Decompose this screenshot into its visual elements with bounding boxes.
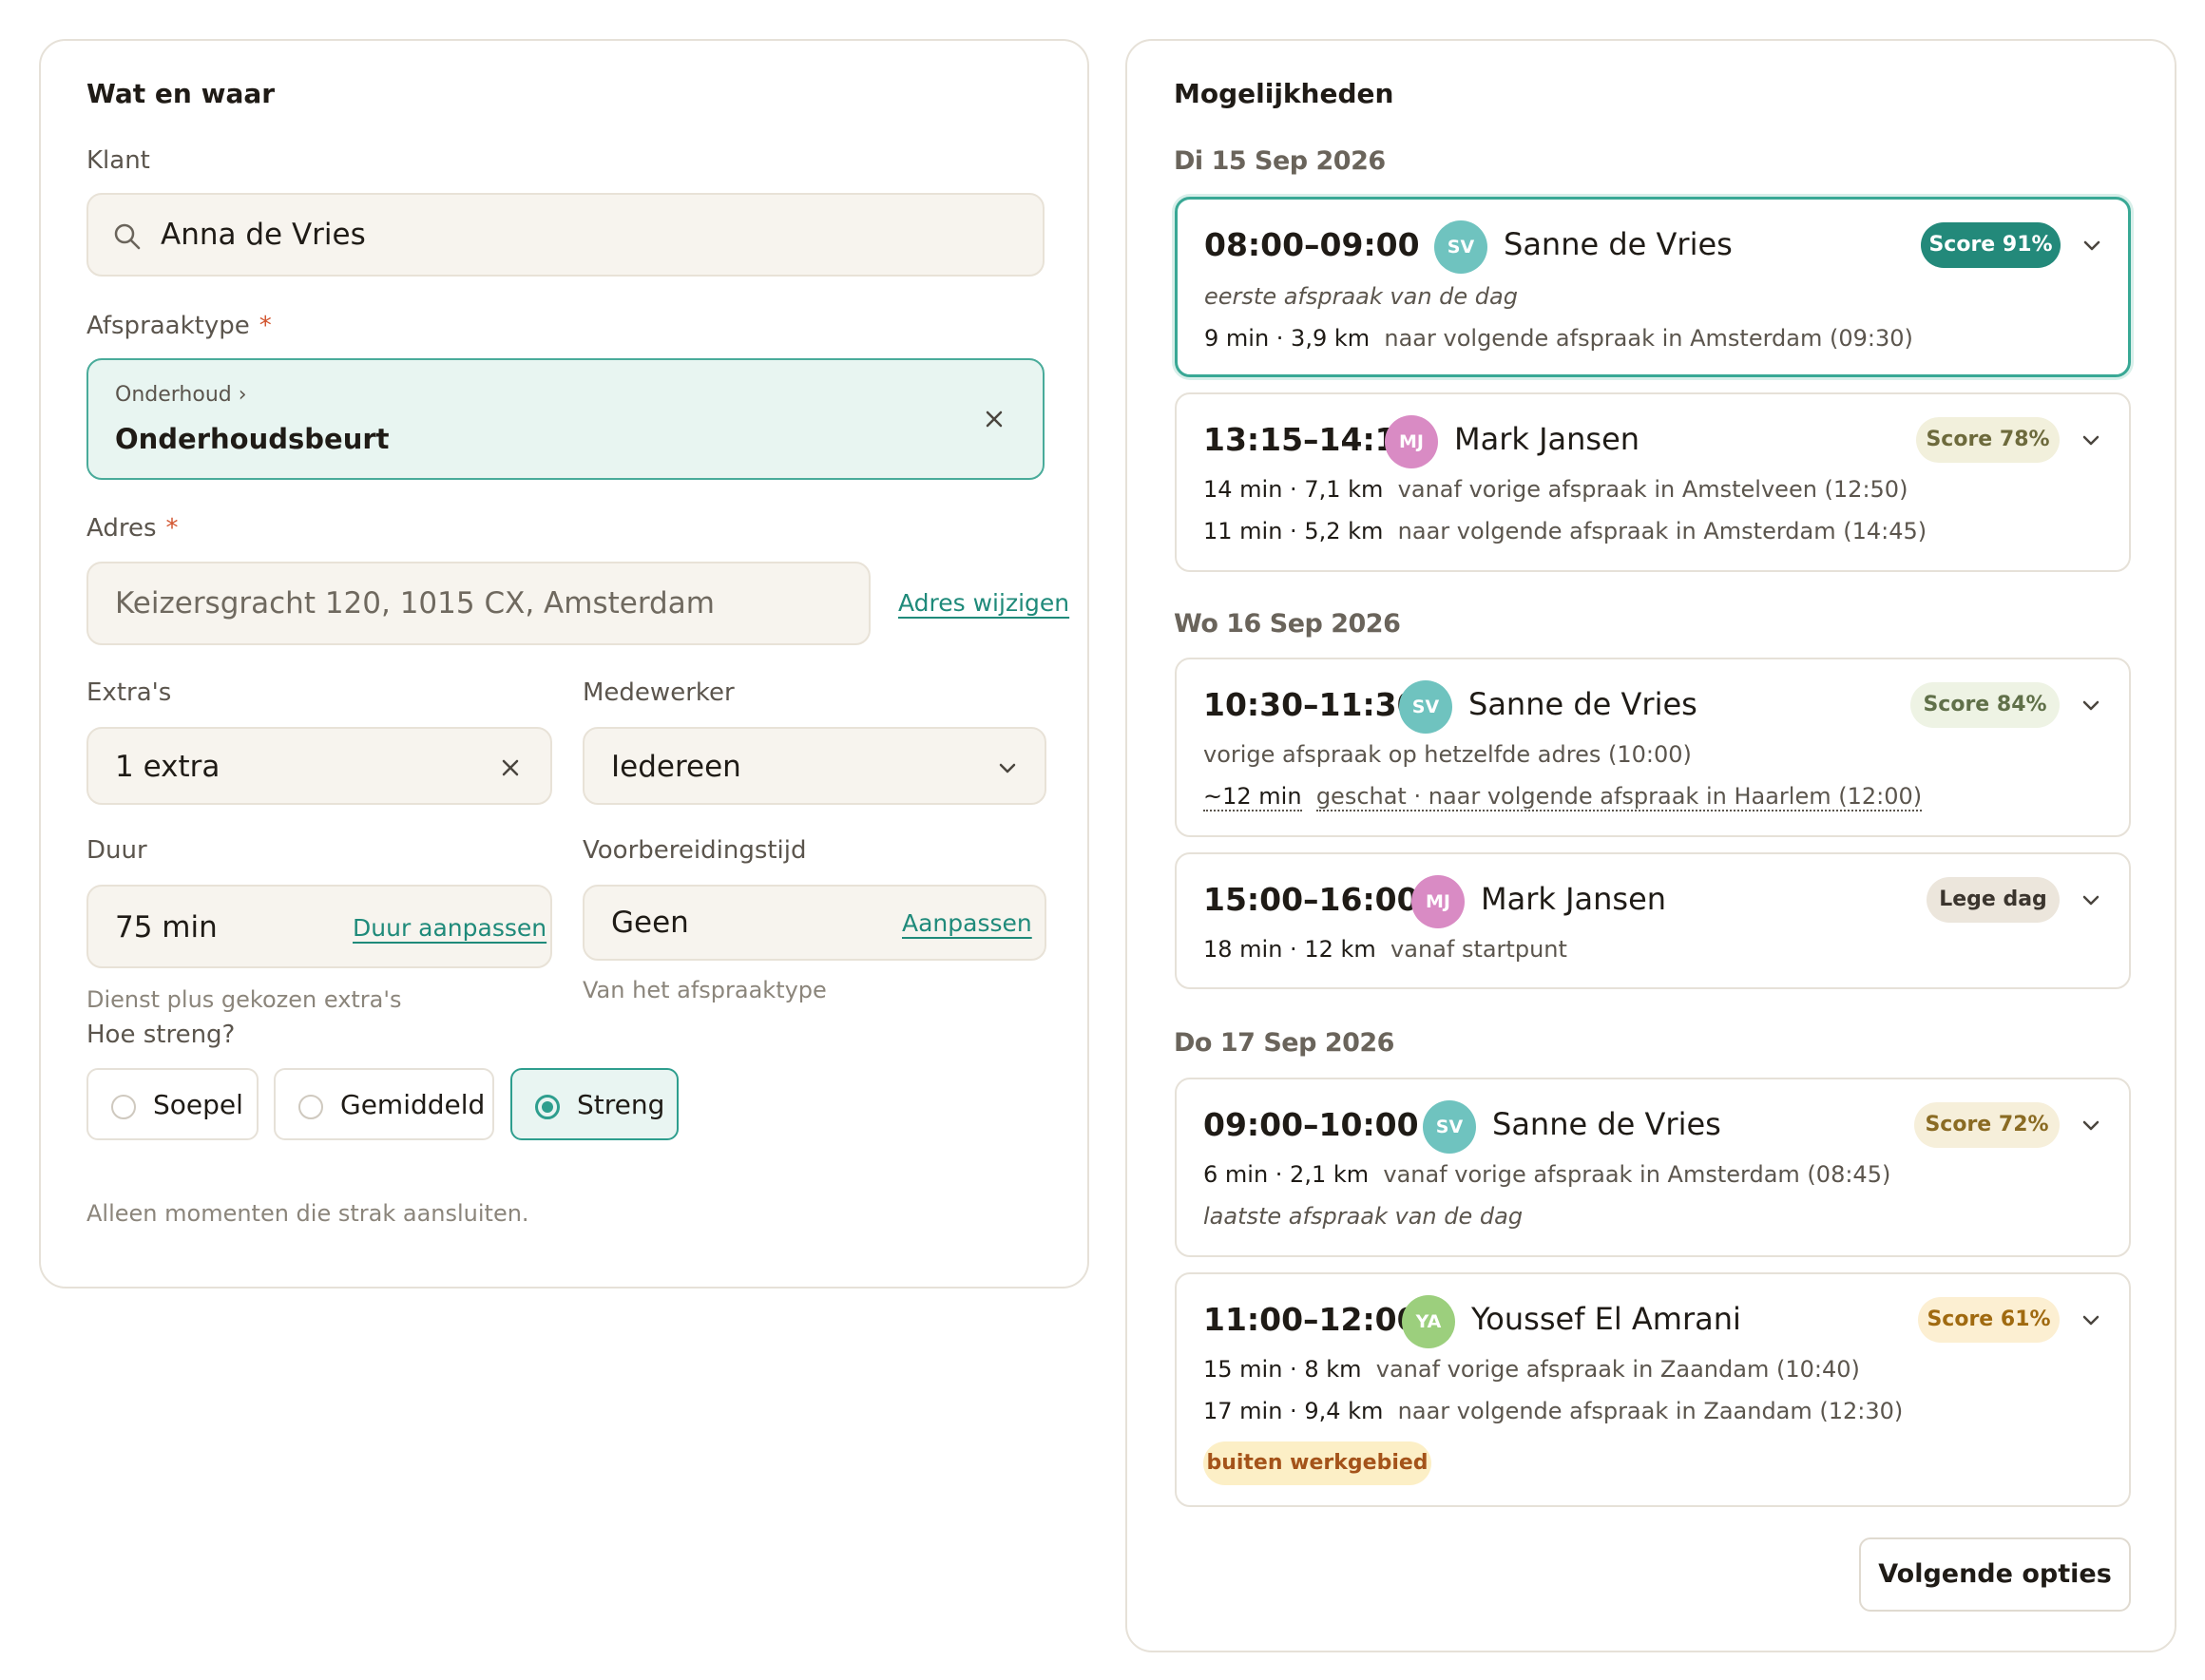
radio-dot-selected [535,1095,560,1119]
medewerker-select[interactable]: Iedereen [583,727,1046,805]
adres-field: Keizersgracht 120, 1015 CX, Amsterdam [86,562,871,645]
form-title: Wat en waar [86,78,276,109]
klant-label: Klant [86,146,150,175]
score-badge: Score 91% [1921,222,2061,268]
duur-hint: Dienst plus gekozen extra's [86,986,402,1013]
slot-card[interactable]: 11:00–12:00 YA Youssef El Amrani Score 6… [1175,1272,2131,1507]
status-badge: Lege dag [1927,877,2060,923]
avatar: MJ [1385,415,1438,468]
score-badge: Score 84% [1910,682,2060,728]
clear-afspraaktype-icon[interactable] [985,410,1004,429]
voorbereiding-hint: Van het afspraaktype [583,977,827,1003]
options-title: Mogelijkheden [1174,78,1394,109]
chevron-down-icon [999,763,1016,773]
day-label: Wo 16 Sep 2026 [1174,609,1401,639]
avatar: SV [1399,680,1452,734]
strictness-label: Hoe streng? [86,1021,236,1049]
klant-search-input[interactable]: Anna de Vries [86,193,1045,277]
extras-value: 1 extra [115,750,220,784]
adres-value: Keizersgracht 120, 1015 CX, Amsterdam [115,586,715,620]
slot-detail: laatste afspraak van de dag [1203,1203,1524,1230]
medewerker-label: Medewerker [583,678,735,707]
slot-detail: eerste afspraak van de dag [1204,283,1518,310]
slot-card[interactable]: 13:15–14:15 MJ Mark Jansen Score 78% 14 … [1175,392,2131,572]
employee-name: Youssef El Amrani [1471,1301,1741,1337]
slot-time: 10:30–11:30 [1203,686,1419,723]
slot-detail: ~12 min geschat · naar volgende afspraak… [1203,783,1923,811]
warning-badge: buiten werkgebied [1203,1441,1431,1485]
employee-name: Sanne de Vries [1468,686,1697,722]
day-label: Di 15 Sep 2026 [1174,146,1386,176]
duur-value: 75 min [115,910,218,945]
afspraaktype-label: Afspraaktype * [86,312,272,340]
search-icon [114,223,141,250]
afspraaktype-value: Onderhoudsbeurt [115,423,390,455]
slot-card[interactable]: 08:00–09:00 SV Sanne de Vries Score 91% … [1175,197,2131,377]
next-options-button[interactable]: Volgende opties [1859,1537,2131,1612]
slot-card[interactable]: 10:30–11:30 SV Sanne de Vries Score 84% … [1175,658,2131,837]
extras-select[interactable]: 1 extra [86,727,552,805]
chevron-down-icon[interactable] [2080,694,2102,716]
strictness-hint: Alleen momenten die strak aansluiten. [86,1200,529,1227]
employee-name: Sanne de Vries [1504,226,1733,262]
chevron-down-icon[interactable] [2080,888,2102,911]
chevron-down-icon[interactable] [2080,1308,2102,1331]
chevron-down-icon[interactable] [2080,234,2103,257]
chevron-down-icon[interactable] [2080,1114,2102,1136]
slot-detail: 14 min · 7,1 km vanaf vorige afspraak in… [1203,476,1908,503]
adres-wijzigen-link[interactable]: Adres wijzigen [898,589,1069,617]
voorbereiding-value: Geen [611,906,689,940]
duur-field: 75 min Duur aanpassen [86,885,552,968]
score-badge: Score 72% [1914,1102,2060,1148]
slot-detail: 11 min · 5,2 km naar volgende afspraak i… [1203,518,1927,544]
slot-detail: 18 min · 12 km vanaf startpunt [1203,936,1567,963]
voorbereiding-aanpassen-link[interactable]: Aanpassen [902,909,1032,937]
radio-dot [111,1095,136,1119]
avatar: YA [1402,1295,1455,1348]
klant-value: Anna de Vries [161,218,366,252]
slot-time: 11:00–12:00 [1203,1301,1419,1338]
radio-streng[interactable]: Streng [510,1068,679,1140]
employee-name: Sanne de Vries [1492,1106,1721,1142]
avatar: SV [1434,220,1487,274]
radio-gemiddeld[interactable]: Gemiddeld [274,1068,494,1140]
afspraaktype-select[interactable]: Onderhoud › Onderhoudsbeurt [86,358,1045,480]
slot-card[interactable]: 09:00–10:00 SV Sanne de Vries Score 72% … [1175,1078,2131,1257]
adres-label: Adres * [86,514,179,543]
afspraaktype-category: Onderhoud › [115,383,247,407]
score-badge: Score 61% [1918,1297,2060,1343]
slot-detail: 17 min · 9,4 km naar volgende afspraak i… [1203,1398,1904,1424]
slot-detail: vorige afspraak op hetzelfde adres (10:0… [1203,741,1692,768]
avatar: SV [1423,1100,1476,1154]
day-label: Do 17 Sep 2026 [1174,1028,1394,1058]
avatar: MJ [1411,875,1465,928]
duur-label: Duur [86,836,147,865]
voorbereiding-label: Voorbereidingstijd [583,836,807,865]
radio-label: Gemiddeld [340,1089,486,1120]
slot-time: 08:00–09:00 [1204,226,1420,263]
radio-label: Soepel [153,1089,243,1120]
voorbereiding-field: Geen Aanpassen [583,885,1046,961]
employee-name: Mark Jansen [1454,421,1640,457]
radio-label: Streng [577,1089,665,1120]
radio-dot [298,1095,323,1119]
slot-time: 09:00–10:00 [1203,1106,1419,1143]
radio-soepel[interactable]: Soepel [86,1068,259,1140]
slot-time: 15:00–16:00 [1203,881,1419,918]
clear-extras-icon[interactable] [501,758,520,777]
employee-name: Mark Jansen [1481,881,1667,917]
duur-aanpassen-link[interactable]: Duur aanpassen [353,914,546,942]
slot-detail: 6 min · 2,1 km vanaf vorige afspraak in … [1203,1161,1891,1188]
slot-detail: 9 min · 3,9 km naar volgende afspraak in… [1204,325,1913,352]
slot-card[interactable]: 15:00–16:00 MJ Mark Jansen Lege dag 18 m… [1175,852,2131,989]
chevron-down-icon[interactable] [2080,429,2102,451]
slot-detail: 15 min · 8 km vanaf vorige afspraak in Z… [1203,1356,1860,1383]
extras-label: Extra's [86,678,172,707]
medewerker-value: Iedereen [611,750,741,784]
score-badge: Score 78% [1916,417,2060,463]
